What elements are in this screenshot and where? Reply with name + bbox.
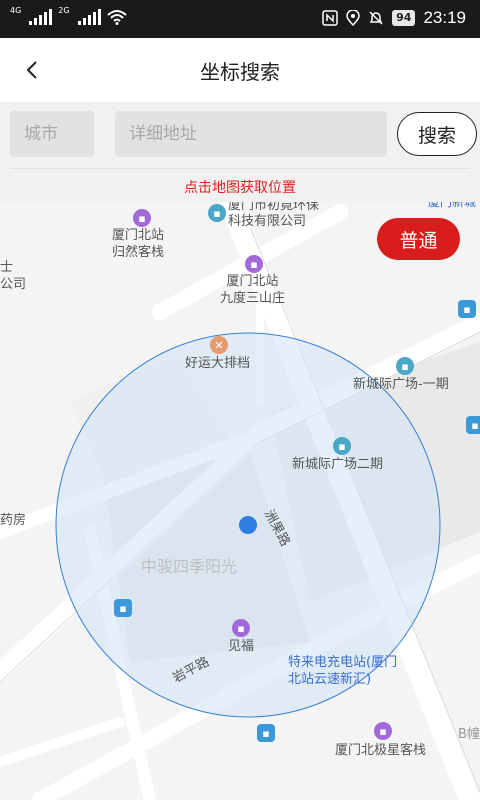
- poi-label: 厦门北站 九度三山庄: [220, 274, 286, 306]
- bus-stop-icon[interactable]: ▪: [466, 416, 480, 434]
- sim2-label: 2G: [58, 6, 70, 15]
- poi-label: 特来电充电站(厦门 北站云速新汇): [288, 655, 398, 687]
- fork-knife-icon: ✕: [210, 336, 228, 354]
- city-input[interactable]: [10, 111, 94, 157]
- poi-label: B幢: [458, 727, 480, 742]
- bed-icon: ▪: [133, 209, 151, 227]
- map-view[interactable]: ▪ ▪ ▪ ✕ ▪ ▪ ▪ ▪ ▪ ▪ ▪ ▪ 厦门新城 厦门市初竟环保 科技有…: [0, 202, 480, 800]
- bus-stop-icon[interactable]: ▪: [114, 599, 132, 617]
- status-time: 23:19: [423, 8, 466, 27]
- divider: [10, 168, 470, 169]
- status-right: 94 23:19: [322, 8, 466, 28]
- poi-label: 士: [0, 260, 14, 275]
- bed-icon: ▪: [374, 722, 392, 740]
- battery-indicator: 94: [392, 10, 416, 26]
- poi-label: 药房: [0, 513, 27, 528]
- poi-label: 新城际广场二期: [292, 457, 384, 472]
- poi-label: 厦门北极星客栈: [335, 743, 427, 758]
- poi-label: 好运大排档: [185, 356, 251, 371]
- address-input[interactable]: [115, 111, 387, 157]
- poi-label: 厦门新城: [428, 202, 477, 209]
- area-label: 中骏四季阳光: [141, 557, 238, 576]
- building-icon: ▪: [333, 437, 351, 455]
- header-bar: 坐标搜索: [0, 38, 480, 102]
- bus-stop-icon[interactable]: ▪: [257, 724, 275, 742]
- building-icon: ▪: [208, 204, 226, 222]
- map-mode-button[interactable]: 普通: [377, 218, 460, 260]
- hint-text: 点击地图获取位置: [184, 180, 296, 196]
- location-icon: [346, 10, 360, 26]
- shopping-bag-icon: ▪: [232, 619, 250, 637]
- page-title: 坐标搜索: [200, 60, 280, 84]
- search-button[interactable]: 搜索: [397, 112, 477, 156]
- bus-stop-icon[interactable]: ▪: [458, 300, 476, 318]
- poi-label: 新城际广场-一期: [353, 377, 449, 392]
- poi-label: 公司: [0, 277, 27, 292]
- search-panel: 搜索 点击地图获取位置: [0, 102, 480, 202]
- nfc-icon: [322, 10, 338, 26]
- bed-icon: ▪: [245, 255, 263, 273]
- poi-label: 见福: [228, 639, 255, 654]
- location-marker: [239, 516, 257, 534]
- signal-icon: [29, 9, 53, 25]
- building-icon: ▪: [396, 357, 414, 375]
- signal-group: 4G 2G: [10, 6, 127, 25]
- wifi-icon: [106, 10, 127, 25]
- poi-label: 厦门北站 归然客栈: [112, 228, 165, 260]
- status-bar: 4G 2G 94 23:19: [0, 0, 480, 38]
- poi-label: 科技有限公司: [228, 214, 307, 229]
- sim1-label: 4G: [10, 6, 22, 15]
- mute-bell-icon: [369, 11, 383, 25]
- signal-icon: [77, 9, 101, 25]
